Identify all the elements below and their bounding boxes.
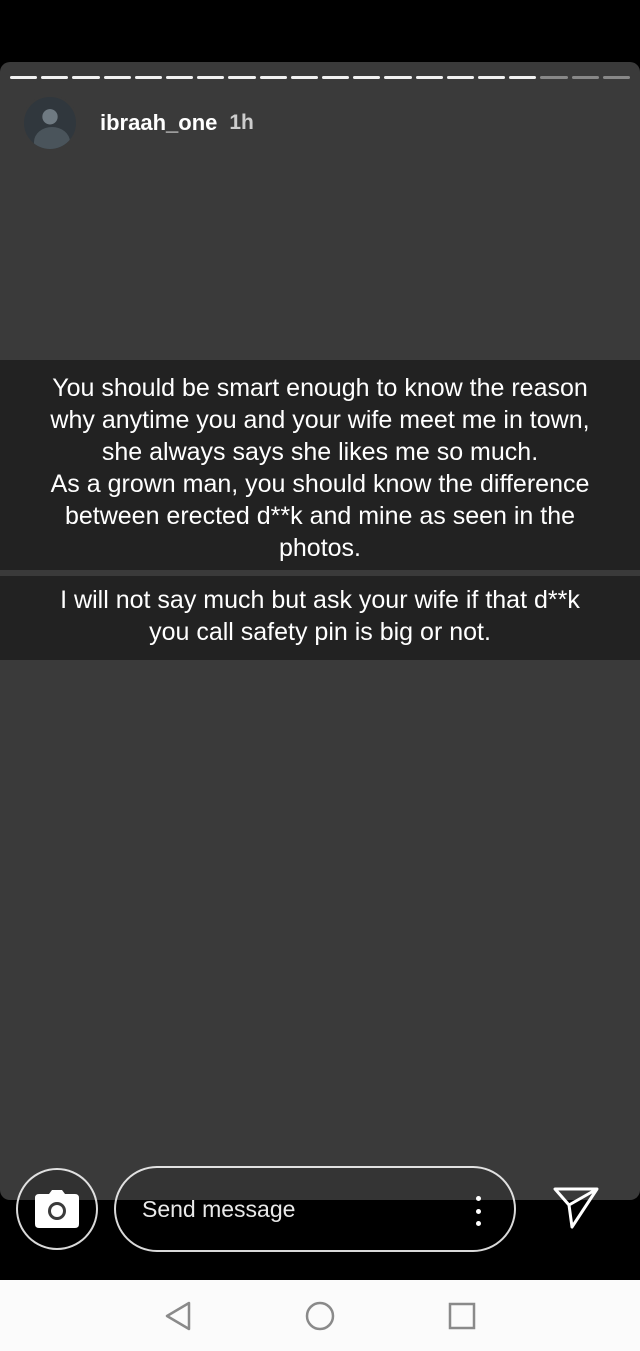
message-composer [0,1160,640,1260]
message-field[interactable] [114,1166,516,1252]
story-progress-segment [290,76,319,79]
send-message-input[interactable] [142,1195,442,1223]
avatar[interactable] [22,95,78,151]
story-progress-segment [509,76,537,79]
more-vertical-icon[interactable] [474,1196,482,1226]
story-text-block-2: I will not say much but ask your wife if… [0,576,640,660]
story-progress-segment [103,76,131,79]
story-progress-segment [571,76,599,79]
story-text: You should be smart enough to know the r… [0,360,640,660]
story-progress-segment [41,76,69,79]
camera-button[interactable] [16,1168,98,1250]
story-progress-segment [134,76,163,79]
camera-icon [35,1190,79,1228]
story-progress-segment [602,76,631,79]
home-button[interactable] [300,1296,340,1336]
story-progress-segment [478,76,506,79]
story-progress-bar [10,76,631,79]
story-progress-segment [322,76,350,79]
recents-square-icon [448,1302,476,1329]
story-progress-segment [384,76,412,79]
story-viewer[interactable]: ibraah_one 1h You should be smart enough… [0,62,640,1200]
story-progress-segment [415,76,443,79]
home-circle-icon [305,1301,335,1330]
story-progress-segment [166,76,194,79]
system-navigation-bar [0,1280,640,1351]
story-progress-segment [446,76,475,79]
back-triangle-icon [165,1301,191,1330]
story-text-block-1: You should be smart enough to know the r… [0,360,640,570]
story-progress-segment [72,76,100,79]
story-text-paragraph-2: I will not say much but ask your wife if… [60,586,580,646]
story-progress-segment [10,76,38,79]
story-progress-segment [228,76,256,79]
story-text-paragraph-1: You should be smart enough to know the r… [50,374,590,562]
send-icon[interactable] [552,1186,600,1230]
story-progress-segment [259,76,287,79]
recents-button[interactable] [442,1296,482,1336]
story-progress-segment [353,76,381,79]
post-time: 1h [229,111,254,134]
story-progress-segment [197,76,225,79]
story-header: ibraah_one 1h [22,95,254,151]
story-progress-segment [540,76,568,79]
back-button[interactable] [158,1296,198,1336]
username[interactable]: ibraah_one [100,110,217,136]
